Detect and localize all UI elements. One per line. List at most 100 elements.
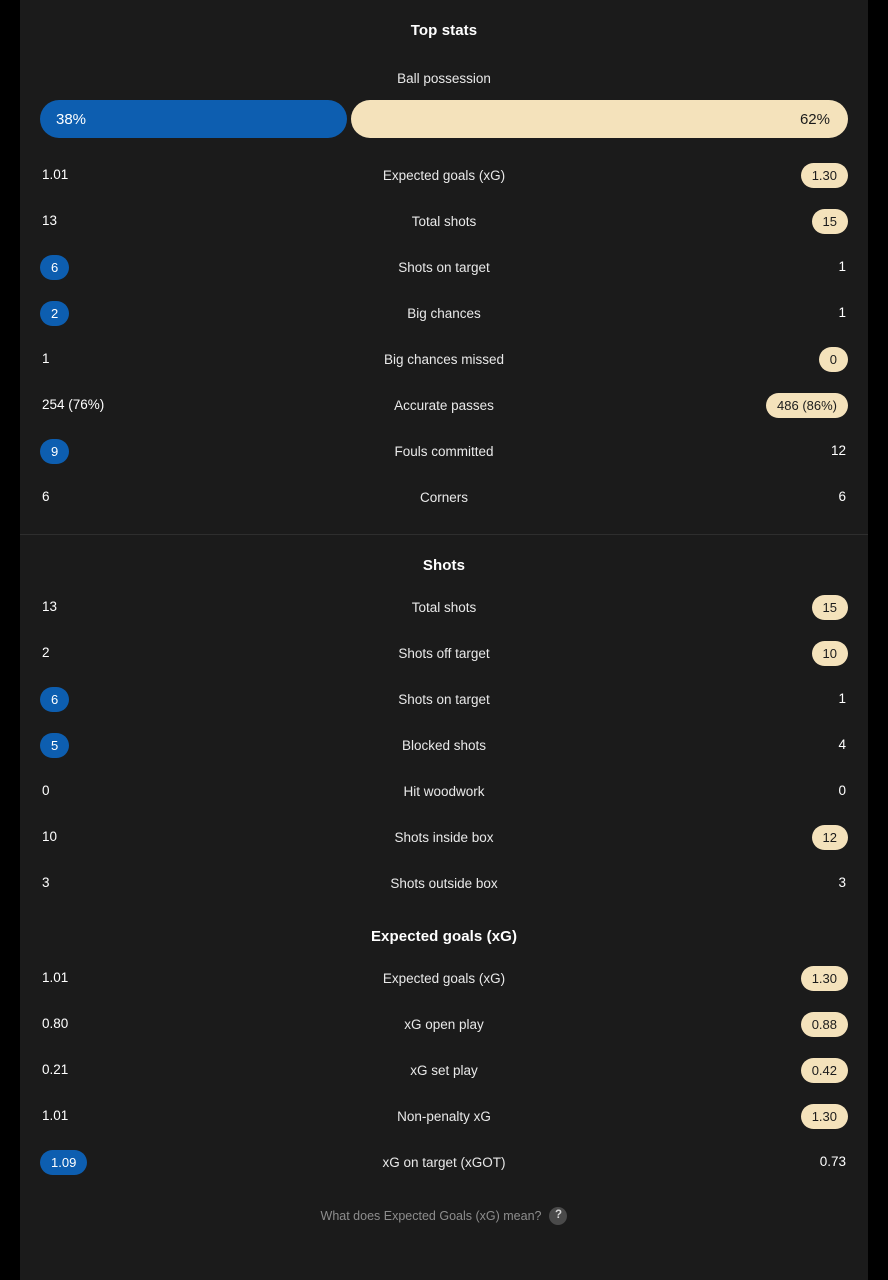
stat-row: 13 Total shots 15	[40, 198, 848, 244]
section-title: Top stats	[410, 22, 478, 39]
stat-label: xG on target (xGOT)	[382, 1154, 506, 1170]
away-side: 0.88	[698, 1011, 848, 1037]
home-stat-value: 1.01	[42, 970, 69, 986]
stat-row: 6 Shots on target 1	[40, 244, 848, 290]
home-side: 3	[40, 876, 190, 890]
stat-row: 9 Fouls committed 12	[40, 428, 848, 474]
home-stat-value: 6	[42, 489, 50, 505]
stat-label: Hit woodwork	[403, 783, 485, 799]
left-gutter	[0, 0, 20, 1280]
stat-row-list: 1.01 Expected goals (xG) 1.30 0.80 xG open p…	[20, 945, 868, 1185]
stat-label: Big chances	[407, 305, 481, 321]
stat-row: 1.01 Expected goals (xG) 1.30	[40, 152, 848, 198]
away-stat-value: 1	[838, 259, 846, 275]
home-side: 2	[40, 646, 190, 660]
home-side: 254 (76%)	[40, 398, 190, 412]
away-stat-value: 3	[838, 875, 846, 891]
home-side: 9	[40, 438, 190, 464]
away-stat-value: 15	[811, 208, 848, 234]
stats-panel: Top stats Ball possession 38% 62% 1.01 Expect…	[20, 0, 868, 1280]
stat-row-list: 13 Total shots 15 2 Shots off target 10 6 Shots…	[20, 574, 868, 906]
away-stat-value: 6	[838, 489, 846, 505]
possession-bar: 38% 62%	[20, 86, 868, 138]
stat-label: Big chances missed	[383, 351, 505, 367]
away-side: 1	[698, 260, 848, 274]
away-side: 1.30	[698, 965, 848, 991]
possession-bar-away: 62%	[351, 100, 848, 138]
stat-label: Blocked shots	[401, 737, 487, 753]
home-side: 0.80	[40, 1017, 190, 1031]
away-stat-value: 0.88	[800, 1011, 848, 1037]
stat-row: 0.80 xG open play 0.88	[40, 1001, 848, 1047]
stat-row: 3 Shots outside box 3	[40, 860, 848, 906]
away-side: 3	[698, 876, 848, 890]
stat-label: Corners	[419, 489, 468, 505]
home-side: 6	[40, 254, 190, 280]
home-stat-value: 1	[42, 351, 50, 367]
home-side: 1.01	[40, 971, 190, 985]
away-side: 10	[698, 640, 848, 666]
home-stat-value: 1.09	[40, 1149, 88, 1175]
stat-row: 1 Big chances missed 0	[40, 336, 848, 382]
away-side: 4	[698, 738, 848, 752]
away-side: 6	[698, 490, 848, 504]
stat-label: xG set play	[410, 1062, 478, 1078]
home-stat-value: 13	[42, 213, 58, 229]
stat-row: 2 Big chances 1	[40, 290, 848, 336]
home-side: 13	[40, 214, 190, 228]
stat-row: 10 Shots inside box 12	[40, 814, 848, 860]
away-stat-value: 1	[838, 691, 846, 707]
possession-bar-home: 38%	[40, 100, 348, 138]
xg-explainer-text: What does Expected Goals (xG) mean?	[320, 1209, 542, 1223]
away-stat-value: 0	[818, 346, 848, 372]
stat-row: 5 Blocked shots 4	[40, 722, 848, 768]
stat-row: 6 Shots on target 1	[40, 676, 848, 722]
home-stat-value: 6	[40, 254, 70, 280]
away-side: 0.42	[698, 1057, 848, 1083]
away-stat-value: 1.30	[800, 1103, 848, 1129]
match-stats-screen: Top stats Ball possession 38% 62% 1.01 Expect…	[0, 0, 888, 1280]
home-side: 2	[40, 300, 190, 326]
stat-row: 254 (76%) Accurate passes 486 (86%)	[40, 382, 848, 428]
home-stat-value: 1.01	[42, 167, 69, 183]
away-side: 15	[698, 594, 848, 620]
home-stat-value: 1.01	[42, 1108, 69, 1124]
possession-label: Ball possession	[397, 71, 491, 86]
home-side: 1.01	[40, 168, 190, 182]
away-stat-value: 486 (86%)	[766, 392, 848, 418]
right-gutter	[868, 0, 888, 1280]
home-side: 0	[40, 784, 190, 798]
away-stat-value: 12	[830, 443, 846, 459]
stat-row: 13 Total shots 15	[40, 584, 848, 630]
away-side: 12	[698, 824, 848, 850]
away-stat-value: 0.73	[819, 1154, 846, 1170]
away-stat-value: 12	[811, 824, 848, 850]
stats-section: Top stats Ball possession 38% 62% 1.01 Expect…	[20, 0, 868, 535]
section-title: Expected goals (xG)	[370, 928, 518, 945]
stat-row: 6 Corners 6	[40, 474, 848, 520]
away-stat-value: 0.42	[800, 1057, 848, 1083]
stat-label: Fouls committed	[394, 443, 494, 459]
away-stat-value: 4	[838, 737, 846, 753]
away-side: 0.73	[698, 1155, 848, 1169]
home-side: 1	[40, 352, 190, 366]
home-stat-value: 2	[40, 300, 70, 326]
home-side: 6	[40, 490, 190, 504]
help-question-icon[interactable]: ?	[549, 1207, 568, 1225]
home-stat-value: 0.21	[42, 1062, 69, 1078]
away-stat-value: 1.30	[800, 965, 848, 991]
home-side: 13	[40, 600, 190, 614]
home-stat-value: 13	[42, 599, 58, 615]
stats-section: Shots 13 Total shots 15 2 Shots off target 10 6…	[20, 535, 868, 906]
stat-row-list: 1.01 Expected goals (xG) 1.30 13 Total shots…	[20, 138, 868, 520]
stat-label: Total shots	[411, 213, 477, 229]
stat-label: Expected goals (xG)	[382, 167, 506, 183]
away-side: 12	[698, 444, 848, 458]
away-side: 1	[698, 306, 848, 320]
xg-explainer-link[interactable]: What does Expected Goals (xG) mean??	[20, 1185, 868, 1225]
home-stat-value: 0.80	[42, 1016, 69, 1032]
stat-label: Shots on target	[398, 259, 490, 275]
stats-section: Expected goals (xG) 1.01 Expected goals (x…	[20, 906, 868, 1185]
stat-row: 0.21 xG set play 0.42	[40, 1047, 848, 1093]
home-side: 10	[40, 830, 190, 844]
